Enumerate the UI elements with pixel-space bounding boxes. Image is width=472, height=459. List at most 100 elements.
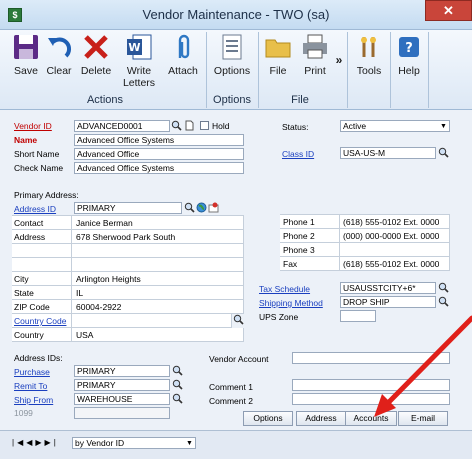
lookup-icon[interactable] [172,365,183,376]
folder-icon [265,39,291,58]
lookup-icon[interactable] [171,120,182,131]
class-id-field[interactable]: USA-US-M [340,147,436,159]
address-field[interactable]: 678 Sherwood Park South [76,232,175,242]
email-button[interactable]: E-mail [398,411,448,426]
options-label: Options [213,65,251,77]
zip-label: ZIP Code [14,302,50,312]
vendor-account-label: Vendor Account [209,354,269,364]
vendor-id-label[interactable]: Vendor ID [14,121,52,131]
address-id-field[interactable]: PRIMARY [74,202,182,214]
ribbon: Save Clear Delete W Write Letters Attach… [0,30,472,110]
accounts-button[interactable]: Accounts [345,411,397,426]
shipping-method-label[interactable]: Shipping Method [259,298,323,308]
comment1-field[interactable] [292,379,450,391]
footer-bar [0,430,472,459]
globe-icon[interactable] [196,202,207,213]
title-bar: $ Vendor Maintenance - TWO (sa) ✕ [0,0,472,30]
first-record-icon[interactable]: |◀ [12,438,26,447]
purchase-field[interactable]: PRIMARY [74,365,170,377]
remit-to-field[interactable]: PRIMARY [74,379,170,391]
ribbon-more-button[interactable]: » [333,54,345,66]
country-field[interactable]: USA [76,330,93,340]
address-button[interactable]: Address [296,411,346,426]
ups-zone-field[interactable] [340,310,376,322]
hold-checkbox[interactable] [200,121,209,130]
tax-schedule-label[interactable]: Tax Schedule [259,284,310,294]
fax-label: Fax [283,259,298,269]
remit-to-label[interactable]: Remit To [14,381,47,391]
state-field[interactable]: IL [76,288,83,298]
chevron-down-icon: ▼ [440,123,447,130]
lookup-icon[interactable] [184,202,195,213]
class-id-label[interactable]: Class ID [282,149,314,159]
close-button[interactable]: ✕ [425,0,472,21]
name-field[interactable]: Advanced Office Systems [74,134,244,146]
printer-icon [303,34,327,59]
fax-field[interactable]: (618) 555-0102 Ext. 0000 [343,259,439,269]
country-code-label[interactable]: Country Code [14,316,66,326]
phone2-label: Phone 2 [283,231,315,241]
last-record-icon[interactable]: ▶| [45,438,59,447]
lookup-icon[interactable] [438,282,449,293]
delete-label: Delete [80,65,112,77]
sort-dropdown[interactable]: by Vendor ID ▼ [72,437,196,449]
comment1-label: Comment 1 [209,382,253,392]
file-group-label: File [291,94,309,106]
zip-field[interactable]: 60004-2922 [76,302,121,312]
check-name-label: Check Name [14,163,64,173]
form-1099-field[interactable] [74,407,170,419]
status-value: Active [343,121,367,131]
ship-from-label[interactable]: Ship From [14,395,53,405]
clear-label: Clear [46,65,72,77]
options-button[interactable]: Options [210,32,254,77]
shipping-method-field[interactable]: DROP SHIP [340,296,436,308]
country-label: Country [14,330,44,340]
lookup-icon[interactable] [233,314,244,325]
options-icon [222,34,242,60]
attach-button[interactable]: Attach [163,32,203,77]
phone2-field[interactable]: (000) 000-0000 Ext. 0000 [343,231,439,241]
lookup-icon[interactable] [438,296,449,307]
note-icon[interactable] [184,120,195,131]
ribbon-separator [428,32,429,108]
hold-label: Hold [212,121,230,131]
clear-button[interactable]: Clear [42,32,76,77]
window-title: Vendor Maintenance - TWO (sa) [142,7,330,22]
ribbon-separator [258,32,259,108]
vendor-id-field[interactable]: ADVANCED0001 [74,120,170,132]
phone1-field[interactable]: (618) 555-0102 Ext. 0000 [343,217,439,227]
clear-icon [48,37,72,58]
check-name-field[interactable]: Advanced Office Systems [74,162,244,174]
ship-from-field[interactable]: WAREHOUSE [74,393,170,405]
phone1-label: Phone 1 [283,217,315,227]
word-icon: W [127,34,152,60]
options-window-button[interactable]: Options [243,411,293,426]
short-name-field[interactable]: Advanced Office [74,148,244,160]
lookup-icon[interactable] [172,393,183,404]
purchase-label[interactable]: Purchase [14,367,50,377]
write-letters-button[interactable]: W Write Letters [118,32,160,89]
city-label: City [14,274,29,284]
vendor-account-field[interactable] [292,352,450,364]
city-field[interactable]: Arlington Heights [76,274,141,284]
actions-group-label: Actions [86,94,124,106]
tools-button[interactable]: Tools [352,32,386,77]
file-button[interactable]: File [262,32,294,77]
help-icon: ? [399,37,419,57]
map-pin-icon[interactable] [208,202,219,213]
lookup-icon[interactable] [172,379,183,390]
status-dropdown[interactable]: Active ▼ [340,120,450,132]
ups-zone-label: UPS Zone [259,312,299,322]
print-button[interactable]: Print [298,32,332,77]
tax-schedule-field[interactable]: USAUSSTCITY+6* [340,282,436,294]
address-ids-label: Address IDs: [14,353,63,363]
help-button[interactable]: ? Help [394,32,424,77]
save-button[interactable]: Save [8,32,44,77]
delete-button[interactable]: Delete [77,32,115,77]
next-record-icon[interactable]: ▶ [35,438,44,447]
lookup-icon[interactable] [438,147,449,158]
comment2-field[interactable] [292,393,450,405]
svg-text:W: W [128,41,140,54]
contact-field[interactable]: Janice Berman [76,218,133,228]
address-id-label[interactable]: Address ID [14,204,56,214]
